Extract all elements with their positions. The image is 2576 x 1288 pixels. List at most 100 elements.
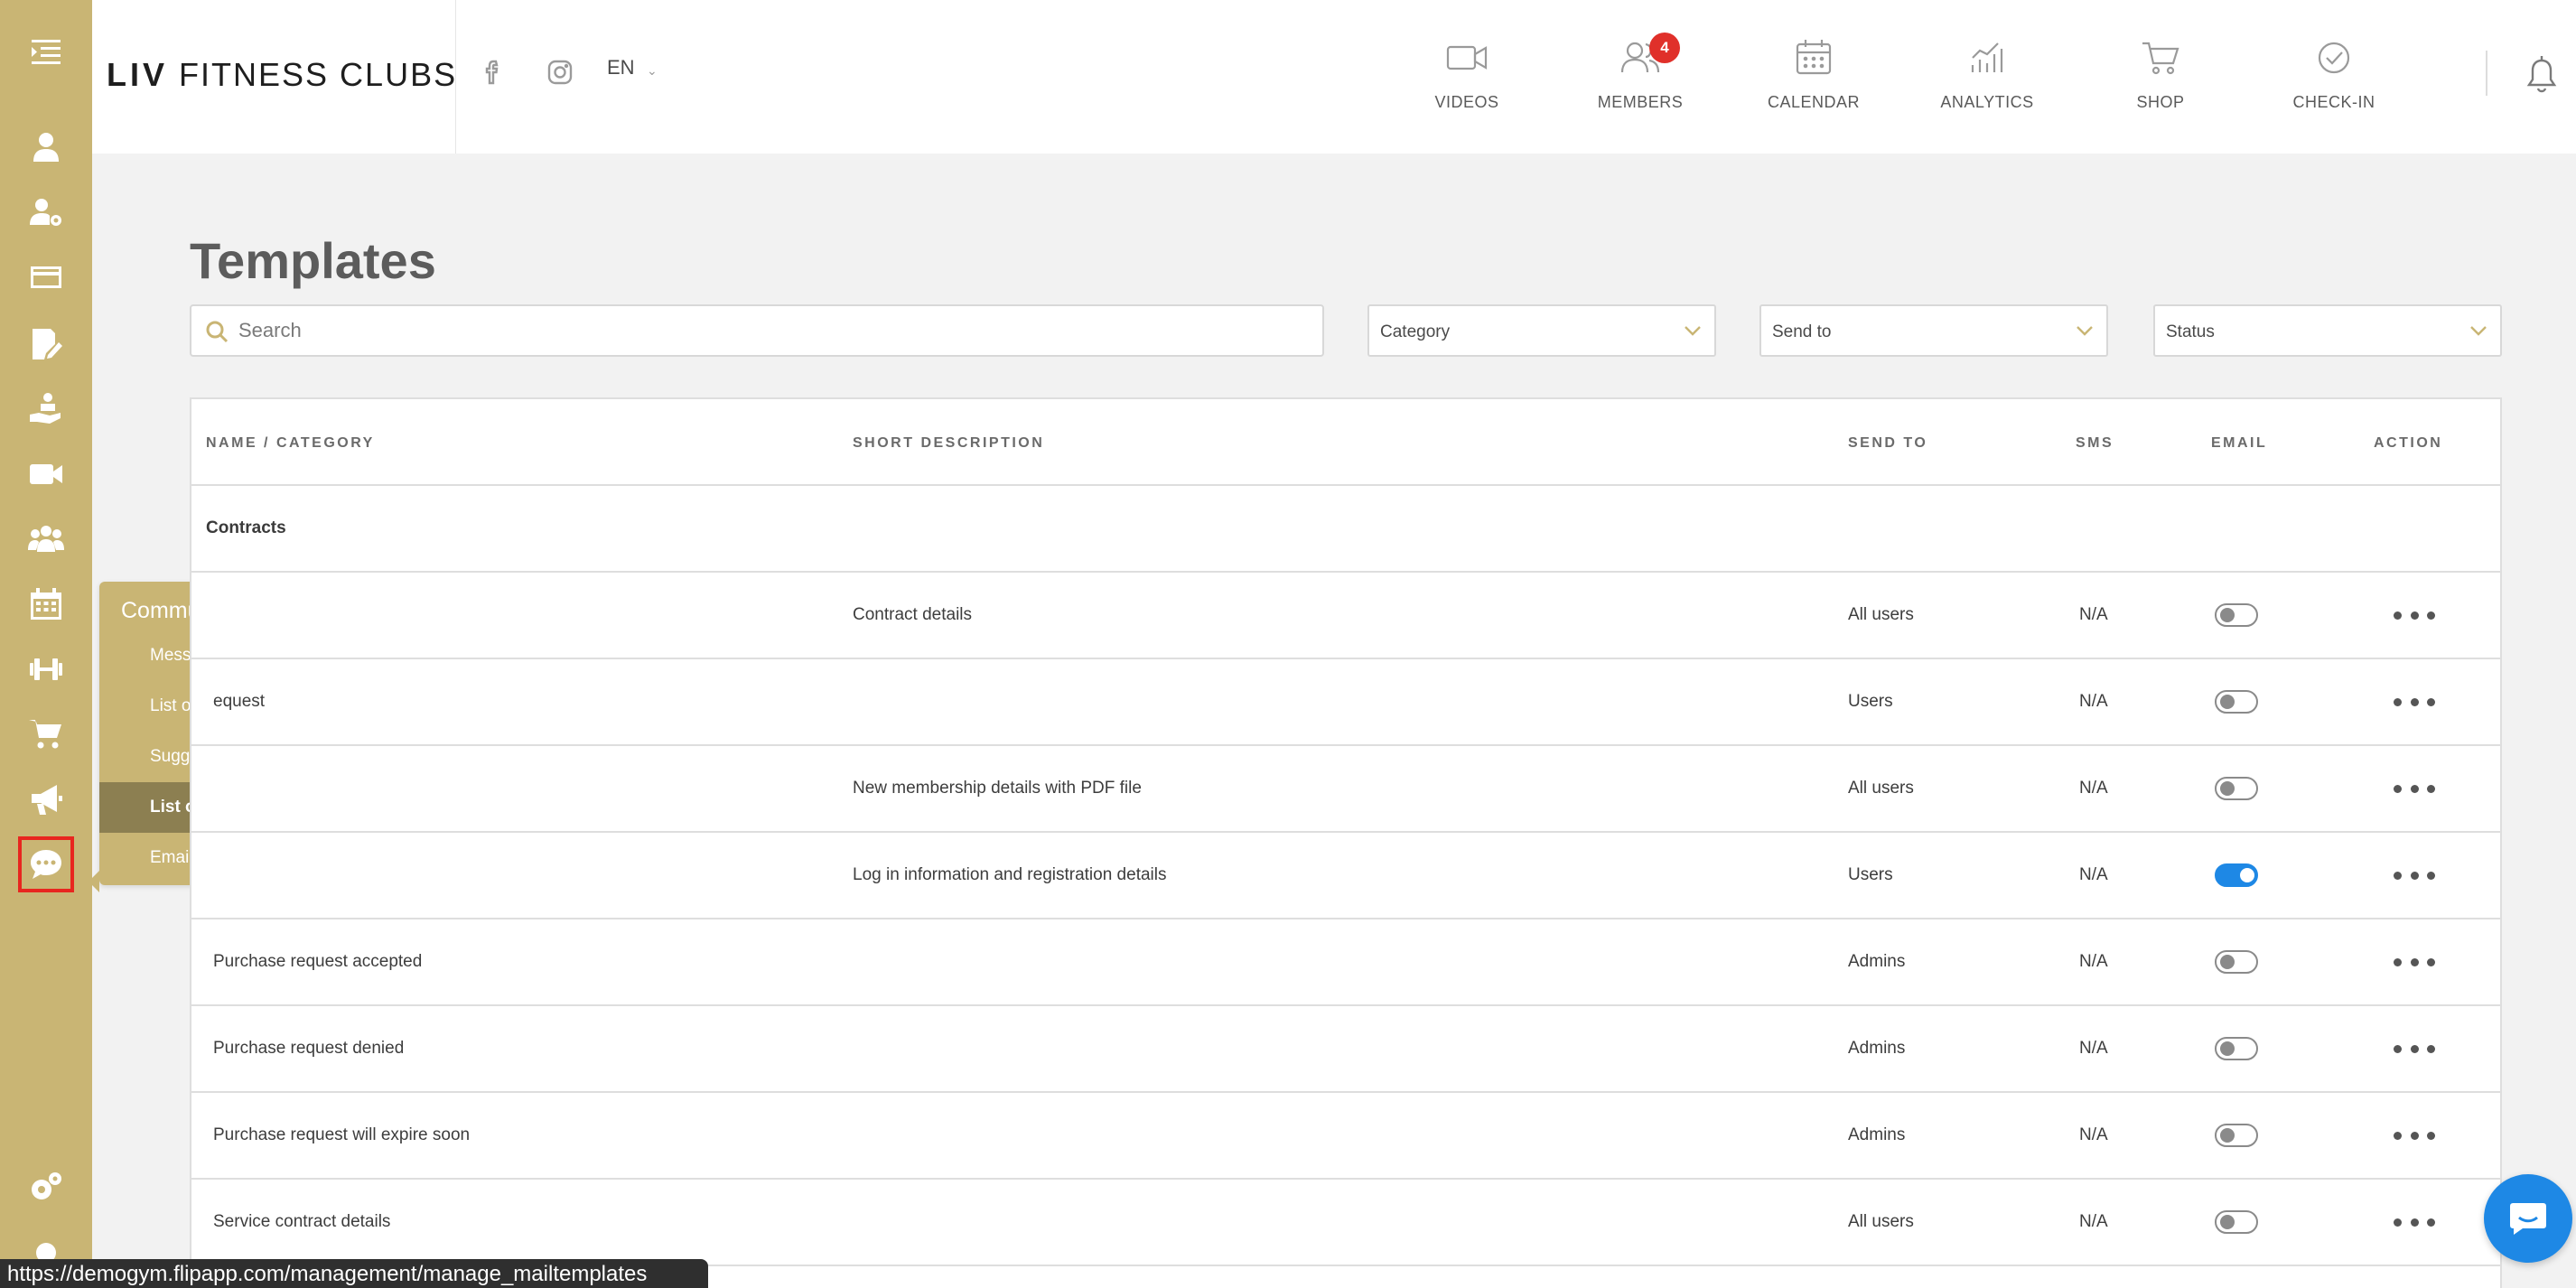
column-header-name[interactable]: NAME / CATEGORY	[206, 435, 375, 452]
template-sms: N/A	[2079, 865, 2108, 884]
user-icon[interactable]	[20, 121, 72, 173]
more-actions-icon[interactable]	[2394, 947, 2435, 977]
column-header-email[interactable]: EMAIL	[2211, 435, 2267, 452]
more-actions-icon[interactable]	[2394, 860, 2435, 891]
table-row[interactable]: Purchase request will expire soon Admins N…	[191, 1093, 2500, 1180]
email-toggle[interactable]	[2215, 1124, 2258, 1147]
templates-table: NAME / CATEGORY SHORT DESCRIPTION SEND T…	[190, 397, 2502, 1288]
cart-icon[interactable]	[20, 708, 72, 761]
credit-card-icon[interactable]	[20, 251, 72, 303]
dumbbell-icon[interactable]	[20, 643, 72, 695]
email-toggle[interactable]	[2215, 1037, 2258, 1060]
table-row[interactable]: Purchase request accepted Admins N/A	[191, 919, 2500, 1006]
send-to-filter-label: Send to	[1772, 322, 1832, 341]
document-edit-icon[interactable]	[20, 318, 72, 370]
more-actions-icon[interactable]	[2394, 1207, 2435, 1237]
nav-calendar[interactable]: CALENDAR	[1741, 36, 1886, 112]
nav-check-in[interactable]: CHECK-IN	[2262, 36, 2406, 112]
template-send-to: Admins	[1848, 952, 1906, 971]
search-icon	[206, 321, 229, 343]
toggle-knob	[2240, 868, 2254, 882]
more-actions-icon[interactable]	[2394, 773, 2435, 804]
search-input[interactable]	[238, 306, 1304, 355]
template-send-to: Admins	[1848, 1125, 1906, 1144]
page-title: Templates	[190, 232, 436, 289]
status-filter[interactable]: Status	[2153, 304, 2502, 357]
more-actions-icon[interactable]	[2394, 1120, 2435, 1151]
template-send-to: All users	[1848, 779, 1914, 798]
nav-analytics[interactable]: ANALYTICS	[1915, 36, 2059, 112]
email-toggle[interactable]	[2215, 950, 2258, 974]
toggle-knob	[2220, 1041, 2235, 1056]
nav-videos[interactable]: VIDEOS	[1395, 36, 1539, 112]
chevron-down-icon[interactable]: ⌄	[647, 63, 658, 79]
toggle-knob	[2220, 1128, 2235, 1143]
table-row[interactable]: New membership details with PDF file All …	[191, 746, 2500, 833]
more-actions-icon[interactable]	[2394, 600, 2435, 630]
column-header-description[interactable]: SHORT DESCRIPTION	[853, 435, 1044, 452]
toggle-knob	[2220, 608, 2235, 622]
template-send-to: Admins	[1848, 1039, 1906, 1058]
group-label: Contracts	[206, 518, 286, 537]
group-icon[interactable]	[20, 513, 72, 565]
calendar-icon	[1796, 40, 1832, 75]
toggle-knob	[2220, 955, 2235, 969]
template-name[interactable]: Purchase request accepted	[213, 952, 422, 972]
template-name[interactable]: Purchase request denied	[213, 1039, 404, 1059]
nav-videos-label: VIDEOS	[1434, 93, 1499, 111]
more-actions-icon[interactable]	[2394, 1033, 2435, 1064]
template-name[interactable]: Purchase request will expire soon	[213, 1125, 470, 1145]
email-toggle[interactable]	[2215, 1210, 2258, 1234]
user-settings-icon[interactable]	[20, 186, 72, 238]
chat-widget-button[interactable]	[2484, 1174, 2572, 1263]
language-selector[interactable]: EN	[607, 56, 635, 79]
template-description: Contract details	[853, 605, 973, 624]
collapse-menu-icon[interactable]	[20, 25, 72, 78]
table-row[interactable]: Purchase request denied Admins N/A	[191, 1006, 2500, 1093]
nav-shop[interactable]: SHOP	[2088, 36, 2233, 112]
table-row[interactable]: Contract details All users N/A	[191, 573, 2500, 659]
table-row[interactable]: equest Users N/A	[191, 659, 2500, 746]
chevron-down-icon	[1685, 326, 1701, 336]
chevron-down-icon	[2077, 326, 2093, 336]
column-header-send-to[interactable]: SEND TO	[1848, 435, 1927, 452]
more-actions-icon[interactable]	[2394, 686, 2435, 717]
calendar-icon[interactable]	[20, 578, 72, 630]
table-row[interactable]: Service contract details All users N/A	[191, 1180, 2500, 1266]
template-name[interactable]: equest	[213, 692, 265, 712]
template-send-to: Users	[1848, 865, 1893, 884]
send-to-filter[interactable]: Send to	[1759, 304, 2108, 357]
top-header: LIV FITNESS CLUBS EN ⌄ VIDEOS 4 MEMBERS …	[92, 0, 2576, 154]
nav-members-label: MEMBERS	[1597, 93, 1684, 111]
template-sms: N/A	[2079, 779, 2108, 798]
template-send-to: Users	[1848, 692, 1893, 711]
template-sms: N/A	[2079, 1212, 2108, 1231]
table-row[interactable]: Log in information and registration deta…	[191, 833, 2500, 919]
category-filter-label: Category	[1380, 322, 1451, 341]
nav-calendar-label: CALENDAR	[1767, 93, 1861, 111]
chat-bubble-icon[interactable]	[18, 836, 74, 892]
email-toggle[interactable]	[2215, 863, 2258, 887]
facebook-icon[interactable]	[479, 58, 508, 87]
toggle-knob	[2220, 695, 2235, 709]
members-badge: 4	[1649, 33, 1680, 63]
email-toggle[interactable]	[2215, 690, 2258, 714]
search-field[interactable]	[190, 304, 1324, 357]
flyout-arrow	[89, 871, 99, 892]
settings-icon[interactable]	[20, 1162, 72, 1214]
check-circle-icon	[2318, 42, 2350, 74]
instagram-icon[interactable]	[546, 58, 574, 87]
brand-logo[interactable]: LIV FITNESS CLUBS	[107, 56, 457, 94]
email-toggle[interactable]	[2215, 603, 2258, 627]
column-header-sms[interactable]: SMS	[2076, 435, 2114, 452]
video-icon[interactable]	[20, 448, 72, 500]
template-name[interactable]: Service contract details	[213, 1212, 390, 1232]
nav-members[interactable]: 4 MEMBERS	[1568, 33, 1713, 112]
notification-bell-icon[interactable]	[2522, 52, 2562, 96]
category-filter[interactable]: Category	[1367, 304, 1716, 357]
toggle-knob	[2220, 1215, 2235, 1229]
email-toggle[interactable]	[2215, 777, 2258, 800]
hand-service-icon[interactable]	[20, 383, 72, 435]
megaphone-icon[interactable]	[20, 773, 72, 826]
column-header-action[interactable]: ACTION	[2374, 435, 2442, 452]
